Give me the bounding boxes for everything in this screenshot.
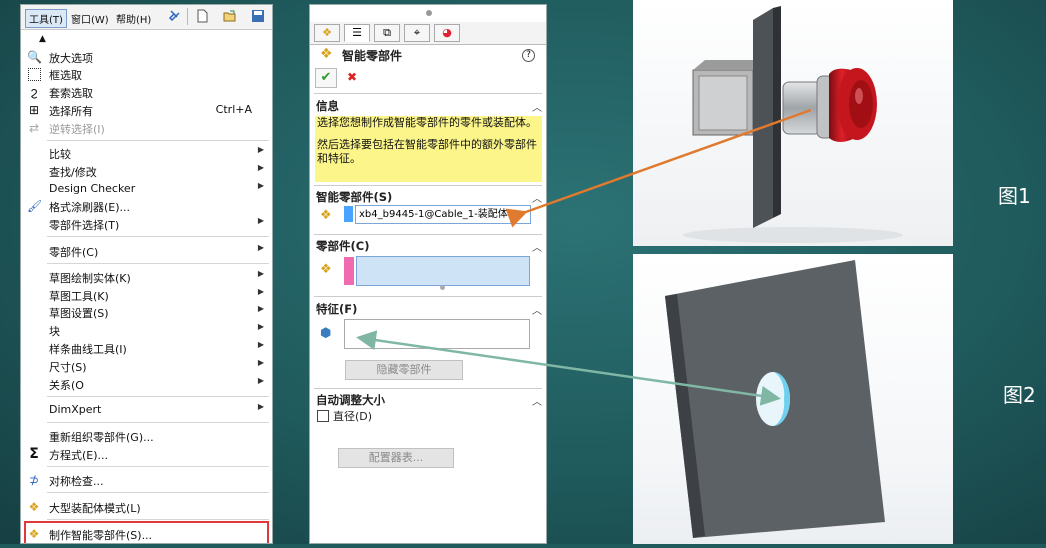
figure-1-label: 图1 (998, 184, 1031, 208)
figure-2-label: 图2 (1003, 383, 1036, 407)
arrow-to-figure-2 (356, 330, 781, 406)
arrow-to-figure-1 (505, 108, 812, 228)
annotation-arrows (356, 108, 812, 406)
